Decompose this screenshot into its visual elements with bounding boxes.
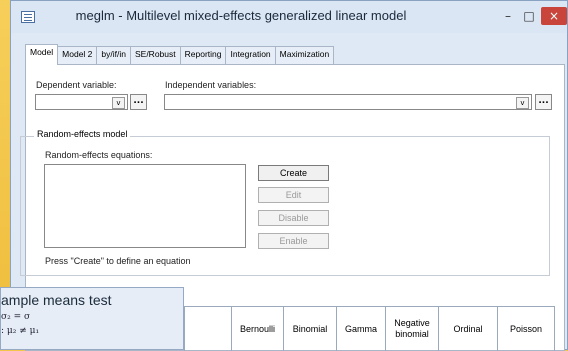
table-header-binomial: Binomial xyxy=(284,307,337,351)
random-effects-equations-label: Random-effects equations: xyxy=(45,150,153,160)
family-table: Bernoulli Binomial Gamma Negative binomi… xyxy=(184,306,555,351)
chevron-down-icon[interactable]: v xyxy=(112,97,125,109)
tab-by-if-in[interactable]: by/if/in xyxy=(96,46,131,65)
callout-line-2: : μ₂ ≠ μ₁ xyxy=(1,326,40,336)
tab-integration[interactable]: Integration xyxy=(225,46,276,65)
chevron-down-icon[interactable]: v xyxy=(516,97,529,109)
independent-variables-select[interactable]: v xyxy=(164,94,532,110)
create-button[interactable]: Create xyxy=(258,165,329,181)
random-effects-group-title: Random-effects model xyxy=(34,129,131,139)
disable-button[interactable]: Disable xyxy=(258,210,329,226)
tab-model[interactable]: Model xyxy=(25,44,59,65)
table-header-negative-binomial: Negative binomial xyxy=(386,307,439,351)
sample-means-test-callout: ample means test σ₂ = σ : μ₂ ≠ μ₁ xyxy=(0,287,184,350)
dependent-variable-browse-button[interactable]: ... xyxy=(130,94,147,110)
dependent-variable-label: Dependent variable: xyxy=(36,80,117,90)
table-header-bernoulli: Bernoulli xyxy=(232,307,284,351)
table-header-gamma: Gamma xyxy=(337,307,386,351)
create-hint-text: Press "Create" to define an equation xyxy=(45,256,191,266)
close-button[interactable]: × xyxy=(541,7,567,25)
tab-model-2[interactable]: Model 2 xyxy=(57,46,98,65)
callout-title: ample means test xyxy=(1,292,112,308)
tab-se-robust[interactable]: SE/Robust xyxy=(129,46,181,65)
independent-variables-label: Independent variables: xyxy=(165,80,257,90)
random-effects-equations-list[interactable] xyxy=(44,164,246,248)
maximize-button[interactable]: □ xyxy=(521,7,537,25)
edit-button[interactable]: Edit xyxy=(258,187,329,203)
tab-strip: Model Model 2 by/if/in SE/Robust Reporti… xyxy=(25,44,335,65)
callout-line-1: σ₂ = σ xyxy=(1,312,31,322)
dependent-variable-select[interactable]: v xyxy=(35,94,128,110)
title-bar: meglm - Multilevel mixed-effects general… xyxy=(11,1,567,33)
table-header-ordinal: Ordinal xyxy=(439,307,498,351)
independent-variables-browse-button[interactable]: ... xyxy=(535,94,552,110)
table-header-poisson: Poisson xyxy=(498,307,555,351)
window-title: meglm - Multilevel mixed-effects general… xyxy=(75,8,407,23)
table-cell-blank xyxy=(185,307,232,351)
tab-maximization[interactable]: Maximization xyxy=(274,46,335,65)
tab-reporting[interactable]: Reporting xyxy=(179,46,227,65)
minimize-button[interactable]: – xyxy=(501,7,515,25)
enable-button[interactable]: Enable xyxy=(258,233,329,249)
